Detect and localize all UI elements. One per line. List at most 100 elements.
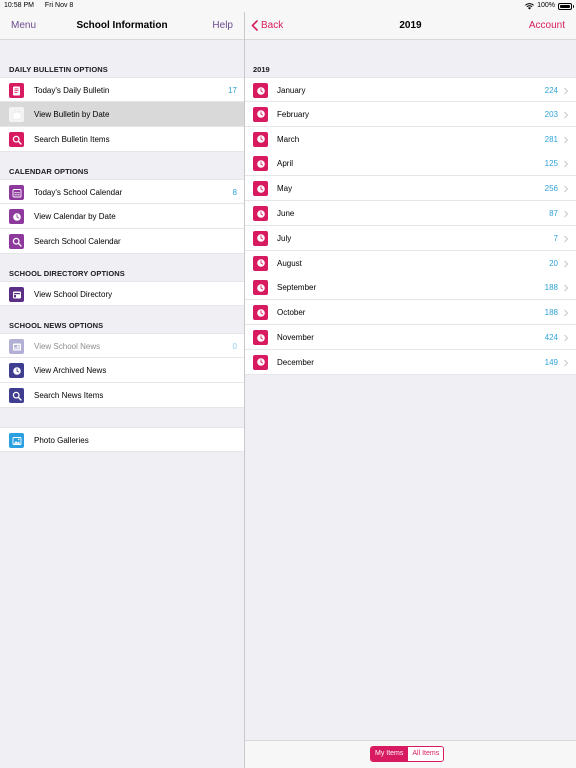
month-row[interactable]: April 125 [245, 151, 576, 177]
clock-icon [253, 156, 268, 172]
month-label: January [277, 86, 306, 95]
month-count: 20 [549, 258, 558, 268]
back-button[interactable]: Back [251, 12, 283, 39]
month-row[interactable]: October 188 [245, 300, 576, 326]
chevron-right-icon [564, 210, 569, 218]
month-count: 7 [553, 233, 558, 243]
menu-item-label: Search News Items [34, 391, 104, 400]
menu-item-search-bulletin[interactable]: Search Bulletin Items [0, 127, 244, 152]
all-items-segment[interactable]: All Items [407, 747, 444, 761]
month-count: 224 [544, 86, 558, 95]
menu-item-label: View Calendar by Date [34, 212, 116, 221]
month-label: July [277, 233, 292, 243]
section-header-calendar: CALENDAR OPTIONS [9, 167, 89, 176]
menu-item-label: View School News [34, 342, 101, 351]
menu-item-bulletin-by-date[interactable]: View Bulletin by Date [0, 102, 244, 127]
month-row[interactable]: March 281 [245, 126, 576, 152]
help-button[interactable]: Help [212, 12, 233, 39]
chevron-right-icon [564, 111, 569, 119]
clock-icon [253, 230, 268, 246]
month-count: 125 [544, 159, 558, 169]
clock-icon [253, 280, 268, 296]
clock-icon [253, 305, 268, 321]
section-header-directory: SCHOOL DIRECTORY OPTIONS [9, 269, 125, 278]
status-time: 10:58 PM [4, 2, 34, 9]
chevron-right-icon [564, 309, 569, 317]
menu-item-todays-bulletin[interactable]: Today's Daily Bulletin 17 [0, 77, 244, 102]
chevron-left-icon [251, 20, 258, 31]
menu-button[interactable]: Menu [11, 12, 36, 39]
menu-item-archived-news[interactable]: View Archived News [0, 358, 244, 383]
bulletin-icon [9, 83, 24, 98]
month-count: 188 [544, 283, 558, 293]
month-label: February [277, 109, 310, 119]
month-row[interactable]: December 149 [245, 349, 576, 375]
menu-item-search-news[interactable]: Search News Items [0, 383, 244, 408]
section-header-news: SCHOOL NEWS OPTIONS [9, 321, 104, 330]
month-row[interactable]: January 224 [245, 77, 576, 102]
menu-item-label: View Archived News [34, 366, 107, 375]
menu-item-label: Today's Daily Bulletin [34, 86, 110, 95]
calendar-grid-icon [9, 185, 24, 200]
clock-icon [253, 330, 268, 345]
menu-item-search-calendar[interactable]: Search School Calendar [0, 229, 244, 254]
right-pane: 2019 January 224 February 203 March 281 April 1… [245, 40, 576, 740]
news-icon [9, 339, 24, 354]
clock-icon [9, 209, 24, 224]
items-filter-segmented-control: My Items All Items [370, 746, 445, 762]
menu-item-school-directory[interactable]: View School Directory [0, 281, 244, 306]
status-bar: 10:58 PM Fri Nov 8 100% [0, 0, 576, 12]
clock-icon [253, 255, 268, 271]
battery-percent: 100% [537, 2, 555, 9]
month-row[interactable]: July 7 [245, 225, 576, 251]
month-count: 188 [544, 308, 558, 318]
menu-item-calendar-by-date[interactable]: View Calendar by Date [0, 204, 244, 229]
chevron-right-icon [564, 359, 569, 367]
right-navbar: 2019 Back Account [245, 12, 576, 40]
chevron-right-icon [564, 334, 569, 342]
menu-item-count: 17 [228, 86, 237, 95]
menu-item-label: Search School Calendar [34, 237, 121, 246]
month-row[interactable]: November 424 [245, 325, 576, 350]
month-label: May [277, 184, 293, 194]
battery-icon [558, 2, 574, 10]
month-count: 149 [544, 357, 558, 367]
menu-item-label: Search Bulletin Items [34, 135, 110, 144]
left-nav-title: School Information [76, 20, 168, 31]
chevron-right-icon [564, 136, 569, 143]
account-button[interactable]: Account [529, 12, 565, 39]
clock-icon [253, 206, 268, 221]
chevron-right-icon [564, 185, 569, 193]
menu-item-count: 8 [232, 188, 237, 197]
month-label: November [277, 333, 314, 342]
month-label: October [277, 308, 306, 318]
chevron-right-icon [564, 235, 569, 243]
left-navbar: School Information Menu Help [0, 12, 244, 40]
clock-icon [253, 131, 268, 147]
chevron-right-icon [564, 87, 569, 95]
clock-icon [253, 83, 268, 98]
clock-icon [253, 181, 268, 197]
menu-item-photo-galleries[interactable]: Photo Galleries [0, 427, 244, 452]
year-section-header: 2019 [253, 65, 270, 74]
menu-item-count: 0 [232, 342, 237, 351]
my-items-segment[interactable]: My Items [371, 747, 408, 761]
menu-item-school-news[interactable]: View School News 0 [0, 333, 244, 358]
chevron-right-icon [564, 260, 569, 267]
clock-icon [253, 354, 268, 370]
month-row[interactable]: September 188 [245, 275, 576, 301]
chevron-right-icon [564, 285, 569, 292]
month-label: June [277, 209, 295, 218]
month-label: December [277, 357, 314, 367]
month-label: September [277, 283, 317, 293]
menu-item-todays-calendar[interactable]: Today's School Calendar 8 [0, 179, 244, 204]
back-label: Back [261, 20, 284, 31]
bottom-toolbar: My Items All Items [245, 740, 576, 768]
right-nav-title: 2019 [399, 20, 422, 31]
month-row[interactable]: February 203 [245, 101, 576, 127]
month-row[interactable]: August 20 [245, 250, 576, 276]
menu-item-label: View School Directory [34, 290, 113, 299]
calendar-icon [9, 107, 24, 122]
month-row[interactable]: June 87 [245, 201, 576, 226]
month-row[interactable]: May 256 [245, 176, 576, 202]
